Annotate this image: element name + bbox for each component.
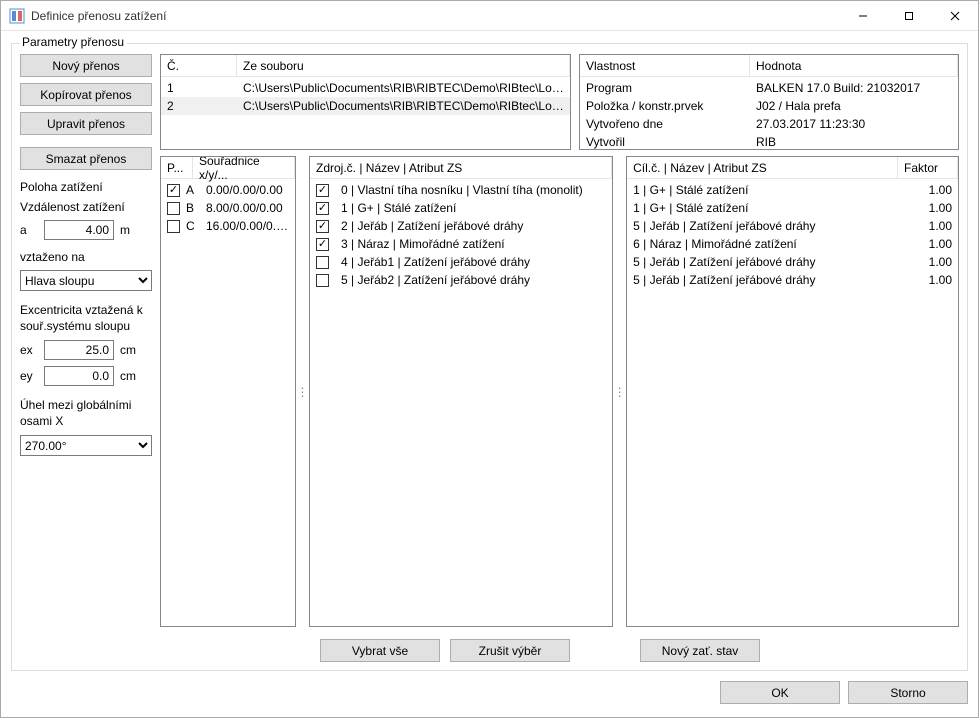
file-row[interactable]: 2C:\Users\Public\Documents\RIB\RIBTEC\De… [161, 97, 570, 115]
cancel-button[interactable]: Storno [848, 681, 968, 704]
edit-transfer-button[interactable]: Upravit přenos [20, 112, 152, 135]
source-header[interactable]: Zdroj.č. | Název | Atribut ZS [310, 157, 612, 178]
ey-unit: cm [120, 369, 136, 383]
titlebar: Definice přenosu zatížení [1, 1, 978, 31]
coord-checkbox[interactable] [167, 184, 180, 197]
coord-row[interactable]: B8.00/0.00/0.00 [161, 199, 295, 217]
target-row[interactable]: 5 | Jeřáb | Zatížení jeřábové dráhy1.00 [627, 253, 958, 271]
window-controls [840, 1, 978, 30]
property-row[interactable]: Položka / konstr.prvekJ02 / Hala prefa [580, 97, 958, 115]
files-header-no[interactable]: Č. [161, 55, 237, 76]
dialog-window: Definice přenosu zatížení Parametry přen… [0, 0, 979, 718]
a-input[interactable] [44, 220, 114, 240]
new-load-state-button[interactable]: Nový zať. stav [640, 639, 760, 662]
source-checkbox[interactable] [316, 220, 329, 233]
new-transfer-button[interactable]: Nový přenos [20, 54, 152, 77]
source-checkbox[interactable] [316, 256, 329, 269]
source-checkbox[interactable] [316, 274, 329, 287]
props-header-prop[interactable]: Vlastnost [580, 55, 750, 76]
right-area: Č. Ze souboru 1C:\Users\Public\Documents… [160, 54, 959, 662]
target-header-main[interactable]: Cíl.č. | Název | Atribut ZS [627, 157, 898, 178]
group-label: Parametry přenosu [19, 35, 127, 49]
coord-checkbox[interactable] [167, 202, 180, 215]
source-checkbox[interactable] [316, 238, 329, 251]
coord-row[interactable]: A0.00/0.00/0.00 [161, 181, 295, 199]
source-row[interactable]: 5 | Jeřáb2 | Zatížení jeřábové dráhy [310, 271, 612, 289]
source-checkbox[interactable] [316, 184, 329, 197]
splitter-2[interactable]: ⋮ [617, 156, 622, 627]
dialog-buttons: OK Storno [11, 681, 968, 707]
a-unit: m [120, 223, 130, 237]
coord-row[interactable]: C16.00/0.00/0.00 [161, 217, 295, 235]
source-panel[interactable]: Zdroj.č. | Název | Atribut ZS 0 | Vlastn… [309, 156, 613, 627]
related-label: vztaženo na [20, 250, 152, 264]
distance-label: Vzdálenost zatížení [20, 200, 152, 214]
property-row[interactable]: VytvořilRIB [580, 133, 958, 150]
app-icon [9, 8, 25, 24]
coord-checkbox[interactable] [167, 220, 180, 233]
related-select[interactable]: Hlava sloupu [20, 270, 152, 291]
deselect-button[interactable]: Zrušit výběr [450, 639, 570, 662]
coord-header-p[interactable]: P... [161, 157, 193, 178]
position-label: Poloha zatížení [20, 180, 152, 194]
ex-input[interactable] [44, 340, 114, 360]
ex-unit: cm [120, 343, 136, 357]
target-header-factor[interactable]: Faktor [898, 157, 958, 178]
source-row[interactable]: 1 | G+ | Stálé zatížení [310, 199, 612, 217]
angle-select[interactable]: 270.00° [20, 435, 152, 456]
a-label: a [20, 223, 38, 237]
minimize-button[interactable] [840, 1, 886, 30]
source-row[interactable]: 3 | Náraz | Mimořádné zatížení [310, 235, 612, 253]
client-area: Parametry přenosu Nový přenos Kopírovat … [1, 31, 978, 717]
target-panel[interactable]: Cíl.č. | Název | Atribut ZS Faktor 1 | G… [626, 156, 959, 627]
target-row[interactable]: 6 | Náraz | Mimořádné zatížení1.00 [627, 235, 958, 253]
coord-header-xyz[interactable]: Souřadnice x/y/... [193, 157, 295, 178]
ex-label: ex [20, 343, 38, 357]
property-row[interactable]: ProgramBALKEN 17.0 Build: 21032017 [580, 79, 958, 97]
files-panel[interactable]: Č. Ze souboru 1C:\Users\Public\Documents… [160, 54, 571, 150]
files-header-file[interactable]: Ze souboru [237, 55, 570, 76]
left-column: Nový přenos Kopírovat přenos Upravit pře… [20, 54, 152, 662]
splitter-1[interactable]: ⋮ [300, 156, 305, 627]
property-row[interactable]: Vytvořeno dne27.03.2017 11:23:30 [580, 115, 958, 133]
ey-input[interactable] [44, 366, 114, 386]
target-row[interactable]: 1 | G+ | Stálé zatížení1.00 [627, 199, 958, 217]
maximize-button[interactable] [886, 1, 932, 30]
select-all-button[interactable]: Vybrat vše [320, 639, 440, 662]
coordinates-panel[interactable]: P... Souřadnice x/y/... A0.00/0.00/0.00B… [160, 156, 296, 627]
ok-button[interactable]: OK [720, 681, 840, 704]
file-row[interactable]: 1C:\Users\Public\Documents\RIB\RIBTEC\De… [161, 79, 570, 97]
ey-label: ey [20, 369, 38, 383]
parameters-group: Parametry přenosu Nový přenos Kopírovat … [11, 43, 968, 671]
source-checkbox[interactable] [316, 202, 329, 215]
selection-buttons: Vybrat vše Zrušit výběr Nový zať. stav [160, 633, 959, 662]
source-row[interactable]: 4 | Jeřáb1 | Zatížení jeřábové dráhy [310, 253, 612, 271]
close-button[interactable] [932, 1, 978, 30]
window-title: Definice přenosu zatížení [31, 9, 840, 23]
target-row[interactable]: 1 | G+ | Stálé zatížení1.00 [627, 181, 958, 199]
delete-transfer-button[interactable]: Smazat přenos [20, 147, 152, 170]
source-row[interactable]: 2 | Jeřáb | Zatížení jeřábové dráhy [310, 217, 612, 235]
source-row[interactable]: 0 | Vlastní tíha nosníku | Vlastní tíha … [310, 181, 612, 199]
eccentricity-label: Excentricita vztažená k souř.systému slo… [20, 303, 152, 334]
props-header-val[interactable]: Hodnota [750, 55, 958, 76]
copy-transfer-button[interactable]: Kopírovat přenos [20, 83, 152, 106]
target-row[interactable]: 5 | Jeřáb | Zatížení jeřábové dráhy1.00 [627, 271, 958, 289]
properties-panel[interactable]: Vlastnost Hodnota ProgramBALKEN 17.0 Bui… [579, 54, 959, 150]
angle-label: Úhel mezi globálními osami X [20, 398, 152, 429]
target-row[interactable]: 5 | Jeřáb | Zatížení jeřábové dráhy1.00 [627, 217, 958, 235]
